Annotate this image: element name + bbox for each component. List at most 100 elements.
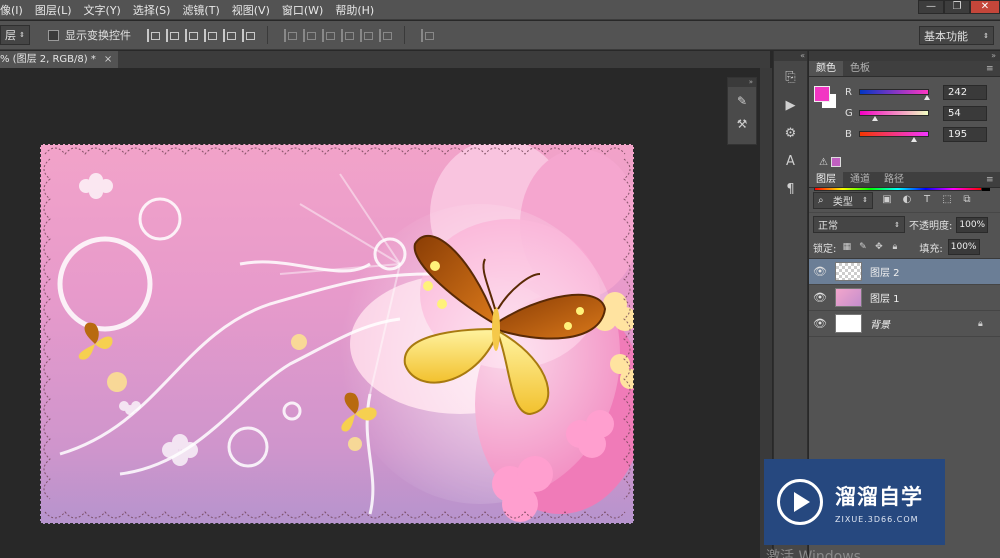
green-slider-thumb[interactable] [872, 116, 878, 121]
opacity-input[interactable]: 100% [956, 216, 989, 233]
blue-slider[interactable] [859, 131, 929, 142]
restore-button[interactable]: ❐ [944, 0, 970, 14]
web-safe-color-swatch[interactable] [831, 157, 841, 167]
menu-filter[interactable]: 滤镜(T) [176, 2, 225, 18]
align-hcenter-icon[interactable] [223, 28, 236, 42]
character-icon[interactable]: A [780, 151, 802, 173]
actions-play-icon[interactable]: ▶ [780, 95, 802, 117]
dropdown-arrows-icon: ⇕ [983, 31, 989, 40]
tab-channels[interactable]: 通道 [843, 172, 877, 187]
menu-select[interactable]: 选择(S) [127, 2, 177, 18]
pixel-filter-icon[interactable]: ▣ [881, 194, 893, 206]
smart-object-filter-icon[interactable]: ⧉ [961, 194, 973, 206]
properties-icon[interactable]: ⚙ [780, 123, 802, 145]
red-slider-row: R 242 [845, 84, 995, 100]
menu-help[interactable]: 帮助(H) [329, 2, 380, 18]
auto-align-layers-icon[interactable] [421, 28, 434, 42]
panel-collapse-icon[interactable]: » [728, 78, 756, 87]
red-value-input[interactable]: 242 [943, 84, 987, 100]
red-slider[interactable] [859, 89, 930, 100]
green-label: G [845, 107, 853, 119]
layer-row[interactable]: 👁︎ 图层 2 [809, 259, 1000, 285]
eye-icon[interactable]: 👁︎ [809, 291, 831, 304]
workspace-dropdown[interactable]: 基本功能 ⇕ [919, 26, 994, 45]
layer-row[interactable]: 👁︎ 图层 1 [809, 285, 1000, 311]
red-label: R [845, 86, 852, 98]
align-right-icon[interactable] [242, 28, 255, 42]
tab-paths[interactable]: 路径 [877, 172, 911, 187]
history-icon[interactable]: ⎘ [780, 67, 802, 89]
adjustment-filter-icon[interactable]: ◐ [901, 194, 913, 206]
layer-filter-value: 类型 [832, 196, 853, 208]
layer-name: 图层 2 [870, 268, 900, 279]
site-watermark: 溜溜自学 ZIXUE.3D66.COM [764, 459, 945, 545]
foreground-color-swatch[interactable] [814, 86, 830, 102]
paragraph-icon[interactable]: ¶ [780, 179, 802, 201]
lock-image-icon[interactable]: ✎ [857, 242, 868, 253]
lock-position-icon[interactable]: ✥ [873, 242, 884, 253]
blend-mode-dropdown[interactable]: 正常 ⇕ [813, 216, 905, 233]
distribute-top-icon[interactable] [284, 28, 297, 42]
eye-icon[interactable]: 👁︎ [809, 317, 831, 330]
butterfly-flower-illustration [43, 144, 634, 522]
auto-select-target-dropdown[interactable]: 层 ⇕ [0, 25, 30, 45]
lock-all-icon[interactable]: 🔒︎ [889, 242, 900, 253]
layer-filter-dropdown[interactable]: ⌕ 类型 ⇕ [813, 191, 873, 209]
layer-row[interactable]: 👁︎ 背景 🔒︎ [809, 311, 1000, 337]
eye-icon[interactable]: 👁︎ [809, 265, 831, 278]
type-filter-icon[interactable]: T [921, 194, 933, 206]
distribute-hcenter-icon[interactable] [360, 28, 373, 42]
green-slider-row: G 54 [845, 105, 995, 121]
brush-presets-icon[interactable]: ✎ [733, 92, 751, 110]
align-top-icon[interactable] [147, 28, 160, 42]
distribute-right-icon[interactable] [379, 28, 392, 42]
distribute-left-icon[interactable] [341, 28, 354, 42]
activate-windows-text: 激活 Windows [766, 549, 861, 558]
options-bar: 层 ⇕ 显示变换控件 基本功能 ⇕ [0, 21, 1000, 50]
green-slider[interactable] [859, 110, 929, 121]
menu-image[interactable]: 像(I) [0, 2, 29, 18]
layer-filter-row: ⌕ 类型 ⇕ ▣ ◐ T ⬚ ⧉ [809, 188, 1000, 213]
green-value-input[interactable]: 54 [943, 105, 987, 121]
dropdown-arrows-icon: ⇕ [862, 196, 868, 204]
tab-color[interactable]: 颜色 [809, 61, 843, 76]
menu-layer[interactable]: 图层(L) [29, 2, 78, 18]
panel-menu-icon[interactable]: ≡ [986, 172, 1000, 187]
tool-presets-icon[interactable]: ⚒ [733, 115, 751, 133]
menu-view[interactable]: 视图(V) [226, 2, 276, 18]
divider [267, 26, 268, 44]
blue-value-input[interactable]: 195 [943, 126, 987, 142]
panels-collapse-icon[interactable]: » [809, 51, 1000, 61]
tab-swatches[interactable]: 色板 [843, 61, 877, 76]
dropdown-arrows-icon: ⇕ [19, 31, 25, 39]
red-slider-thumb[interactable] [924, 95, 930, 100]
menu-type[interactable]: 文字(Y) [78, 2, 127, 18]
tab-layers[interactable]: 图层 [809, 172, 843, 187]
align-left-icon[interactable] [204, 28, 217, 42]
shape-filter-icon[interactable]: ⬚ [941, 194, 953, 206]
workspace-value: 基本功能 [924, 29, 968, 43]
minimize-button[interactable]: — [918, 0, 944, 14]
window-controls: — ❐ ✕ [918, 0, 1000, 14]
align-vcenter-icon[interactable] [166, 28, 179, 42]
close-button[interactable]: ✕ [970, 0, 1000, 14]
tab-close-icon[interactable]: × [104, 51, 112, 68]
layer-thumbnail [835, 288, 862, 307]
panel-menu-icon[interactable]: ≡ [986, 61, 1000, 76]
layer-name: 图层 1 [870, 294, 900, 305]
blend-opacity-row: 正常 ⇕ 不透明度: 100% [809, 213, 1000, 236]
artwork-image[interactable] [40, 144, 634, 524]
document-tab[interactable]: % (图层 2, RGB/8) * × [0, 51, 119, 68]
distribute-bottom-icon[interactable] [322, 28, 335, 42]
auto-select-target-value: 层 [5, 29, 16, 42]
align-bottom-icon[interactable] [185, 28, 198, 42]
menu-bar: 像(I) 图层(L) 文字(Y) 选择(S) 滤镜(T) 视图(V) 窗口(W)… [0, 0, 1000, 20]
lock-transparent-icon[interactable]: ▦ [841, 242, 852, 253]
show-transform-checkbox[interactable] [48, 29, 59, 41]
blue-slider-row: B 195 [845, 126, 995, 142]
fill-input[interactable]: 100% [947, 239, 980, 255]
blue-slider-thumb[interactable] [911, 137, 917, 142]
menu-window[interactable]: 窗口(W) [276, 2, 329, 18]
dock-collapse-icon[interactable]: « [774, 51, 807, 61]
distribute-vcenter-icon[interactable] [303, 28, 316, 42]
